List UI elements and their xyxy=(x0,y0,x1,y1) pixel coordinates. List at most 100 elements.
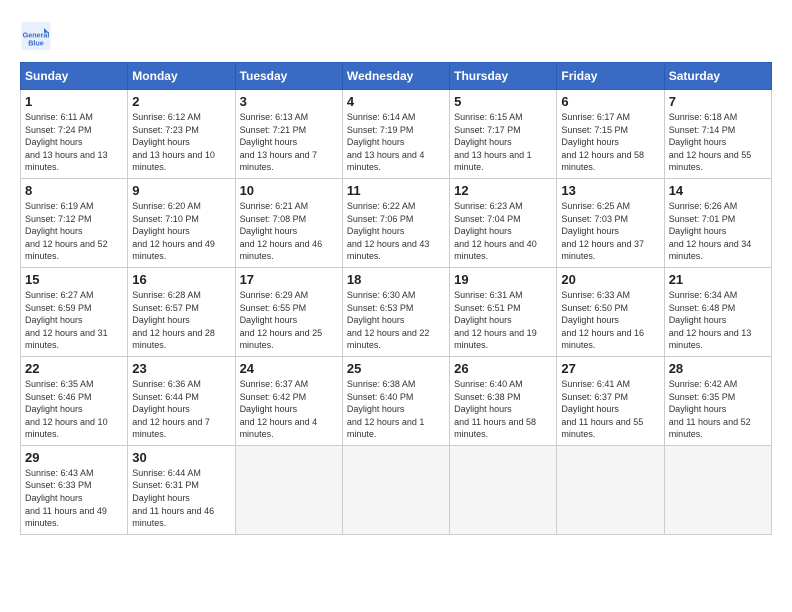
calendar-day-cell: 6 Sunrise: 6:17 AMSunset: 7:15 PMDayligh… xyxy=(557,90,664,179)
calendar-day-cell xyxy=(342,445,449,534)
day-number: 19 xyxy=(454,272,552,287)
weekday-header: Friday xyxy=(557,63,664,90)
day-detail: Sunrise: 6:36 AMSunset: 6:44 PMDaylight … xyxy=(132,379,210,439)
weekday-row: SundayMondayTuesdayWednesdayThursdayFrid… xyxy=(21,63,772,90)
calendar-day-cell: 24 Sunrise: 6:37 AMSunset: 6:42 PMDaylig… xyxy=(235,356,342,445)
day-number: 1 xyxy=(25,94,123,109)
calendar-week-row: 15 Sunrise: 6:27 AMSunset: 6:59 PMDaylig… xyxy=(21,267,772,356)
day-detail: Sunrise: 6:40 AMSunset: 6:38 PMDaylight … xyxy=(454,379,536,439)
day-number: 3 xyxy=(240,94,338,109)
day-detail: Sunrise: 6:31 AMSunset: 6:51 PMDaylight … xyxy=(454,290,537,350)
calendar-day-cell: 20 Sunrise: 6:33 AMSunset: 6:50 PMDaylig… xyxy=(557,267,664,356)
logo-icon: General Blue xyxy=(20,20,52,52)
day-detail: Sunrise: 6:11 AMSunset: 7:24 PMDaylight … xyxy=(25,112,108,172)
weekday-header: Monday xyxy=(128,63,235,90)
svg-text:Blue: Blue xyxy=(28,39,44,48)
weekday-header: Wednesday xyxy=(342,63,449,90)
calendar-day-cell: 13 Sunrise: 6:25 AMSunset: 7:03 PMDaylig… xyxy=(557,178,664,267)
day-number: 14 xyxy=(669,183,767,198)
calendar-day-cell: 27 Sunrise: 6:41 AMSunset: 6:37 PMDaylig… xyxy=(557,356,664,445)
day-number: 16 xyxy=(132,272,230,287)
calendar-day-cell xyxy=(557,445,664,534)
day-detail: Sunrise: 6:17 AMSunset: 7:15 PMDaylight … xyxy=(561,112,644,172)
day-detail: Sunrise: 6:19 AMSunset: 7:12 PMDaylight … xyxy=(25,201,108,261)
calendar-day-cell: 29 Sunrise: 6:43 AMSunset: 6:33 PMDaylig… xyxy=(21,445,128,534)
day-detail: Sunrise: 6:30 AMSunset: 6:53 PMDaylight … xyxy=(347,290,430,350)
day-detail: Sunrise: 6:25 AMSunset: 7:03 PMDaylight … xyxy=(561,201,644,261)
calendar-day-cell xyxy=(450,445,557,534)
weekday-header: Thursday xyxy=(450,63,557,90)
day-detail: Sunrise: 6:29 AMSunset: 6:55 PMDaylight … xyxy=(240,290,323,350)
day-detail: Sunrise: 6:41 AMSunset: 6:37 PMDaylight … xyxy=(561,379,643,439)
calendar-day-cell: 7 Sunrise: 6:18 AMSunset: 7:14 PMDayligh… xyxy=(664,90,771,179)
calendar-day-cell: 17 Sunrise: 6:29 AMSunset: 6:55 PMDaylig… xyxy=(235,267,342,356)
day-detail: Sunrise: 6:22 AMSunset: 7:06 PMDaylight … xyxy=(347,201,430,261)
calendar-day-cell: 18 Sunrise: 6:30 AMSunset: 6:53 PMDaylig… xyxy=(342,267,449,356)
calendar-day-cell: 30 Sunrise: 6:44 AMSunset: 6:31 PMDaylig… xyxy=(128,445,235,534)
calendar-day-cell: 25 Sunrise: 6:38 AMSunset: 6:40 PMDaylig… xyxy=(342,356,449,445)
weekday-header: Sunday xyxy=(21,63,128,90)
day-detail: Sunrise: 6:35 AMSunset: 6:46 PMDaylight … xyxy=(25,379,108,439)
day-number: 11 xyxy=(347,183,445,198)
calendar-day-cell: 14 Sunrise: 6:26 AMSunset: 7:01 PMDaylig… xyxy=(664,178,771,267)
day-number: 10 xyxy=(240,183,338,198)
day-number: 17 xyxy=(240,272,338,287)
calendar-day-cell xyxy=(664,445,771,534)
day-number: 12 xyxy=(454,183,552,198)
calendar-body: 1 Sunrise: 6:11 AMSunset: 7:24 PMDayligh… xyxy=(21,90,772,535)
day-number: 27 xyxy=(561,361,659,376)
calendar-day-cell: 3 Sunrise: 6:13 AMSunset: 7:21 PMDayligh… xyxy=(235,90,342,179)
calendar-day-cell: 19 Sunrise: 6:31 AMSunset: 6:51 PMDaylig… xyxy=(450,267,557,356)
day-number: 29 xyxy=(25,450,123,465)
day-number: 21 xyxy=(669,272,767,287)
day-detail: Sunrise: 6:43 AMSunset: 6:33 PMDaylight … xyxy=(25,468,107,528)
page-header: General Blue xyxy=(20,20,772,52)
day-detail: Sunrise: 6:20 AMSunset: 7:10 PMDaylight … xyxy=(132,201,215,261)
day-detail: Sunrise: 6:18 AMSunset: 7:14 PMDaylight … xyxy=(669,112,752,172)
day-number: 25 xyxy=(347,361,445,376)
day-number: 6 xyxy=(561,94,659,109)
calendar-day-cell: 11 Sunrise: 6:22 AMSunset: 7:06 PMDaylig… xyxy=(342,178,449,267)
calendar-day-cell: 12 Sunrise: 6:23 AMSunset: 7:04 PMDaylig… xyxy=(450,178,557,267)
calendar-day-cell: 26 Sunrise: 6:40 AMSunset: 6:38 PMDaylig… xyxy=(450,356,557,445)
day-detail: Sunrise: 6:15 AMSunset: 7:17 PMDaylight … xyxy=(454,112,532,172)
calendar-week-row: 1 Sunrise: 6:11 AMSunset: 7:24 PMDayligh… xyxy=(21,90,772,179)
day-detail: Sunrise: 6:12 AMSunset: 7:23 PMDaylight … xyxy=(132,112,215,172)
day-detail: Sunrise: 6:34 AMSunset: 6:48 PMDaylight … xyxy=(669,290,752,350)
day-number: 13 xyxy=(561,183,659,198)
day-number: 18 xyxy=(347,272,445,287)
calendar-day-cell: 8 Sunrise: 6:19 AMSunset: 7:12 PMDayligh… xyxy=(21,178,128,267)
day-detail: Sunrise: 6:27 AMSunset: 6:59 PMDaylight … xyxy=(25,290,108,350)
calendar-header: SundayMondayTuesdayWednesdayThursdayFrid… xyxy=(21,63,772,90)
calendar-table: SundayMondayTuesdayWednesdayThursdayFrid… xyxy=(20,62,772,535)
day-number: 2 xyxy=(132,94,230,109)
day-detail: Sunrise: 6:42 AMSunset: 6:35 PMDaylight … xyxy=(669,379,751,439)
day-detail: Sunrise: 6:33 AMSunset: 6:50 PMDaylight … xyxy=(561,290,644,350)
day-detail: Sunrise: 6:23 AMSunset: 7:04 PMDaylight … xyxy=(454,201,537,261)
day-detail: Sunrise: 6:26 AMSunset: 7:01 PMDaylight … xyxy=(669,201,752,261)
day-number: 15 xyxy=(25,272,123,287)
weekday-header: Saturday xyxy=(664,63,771,90)
weekday-header: Tuesday xyxy=(235,63,342,90)
logo: General Blue xyxy=(20,20,52,52)
calendar-day-cell: 1 Sunrise: 6:11 AMSunset: 7:24 PMDayligh… xyxy=(21,90,128,179)
calendar-day-cell: 2 Sunrise: 6:12 AMSunset: 7:23 PMDayligh… xyxy=(128,90,235,179)
calendar-day-cell: 22 Sunrise: 6:35 AMSunset: 6:46 PMDaylig… xyxy=(21,356,128,445)
calendar-week-row: 29 Sunrise: 6:43 AMSunset: 6:33 PMDaylig… xyxy=(21,445,772,534)
day-number: 9 xyxy=(132,183,230,198)
calendar-week-row: 22 Sunrise: 6:35 AMSunset: 6:46 PMDaylig… xyxy=(21,356,772,445)
day-number: 4 xyxy=(347,94,445,109)
calendar-day-cell: 4 Sunrise: 6:14 AMSunset: 7:19 PMDayligh… xyxy=(342,90,449,179)
day-detail: Sunrise: 6:38 AMSunset: 6:40 PMDaylight … xyxy=(347,379,425,439)
calendar-day-cell: 10 Sunrise: 6:21 AMSunset: 7:08 PMDaylig… xyxy=(235,178,342,267)
calendar-day-cell: 15 Sunrise: 6:27 AMSunset: 6:59 PMDaylig… xyxy=(21,267,128,356)
calendar-day-cell: 5 Sunrise: 6:15 AMSunset: 7:17 PMDayligh… xyxy=(450,90,557,179)
day-number: 8 xyxy=(25,183,123,198)
calendar-day-cell: 21 Sunrise: 6:34 AMSunset: 6:48 PMDaylig… xyxy=(664,267,771,356)
day-number: 5 xyxy=(454,94,552,109)
day-number: 7 xyxy=(669,94,767,109)
day-number: 20 xyxy=(561,272,659,287)
day-number: 30 xyxy=(132,450,230,465)
calendar-day-cell: 23 Sunrise: 6:36 AMSunset: 6:44 PMDaylig… xyxy=(128,356,235,445)
day-detail: Sunrise: 6:21 AMSunset: 7:08 PMDaylight … xyxy=(240,201,323,261)
